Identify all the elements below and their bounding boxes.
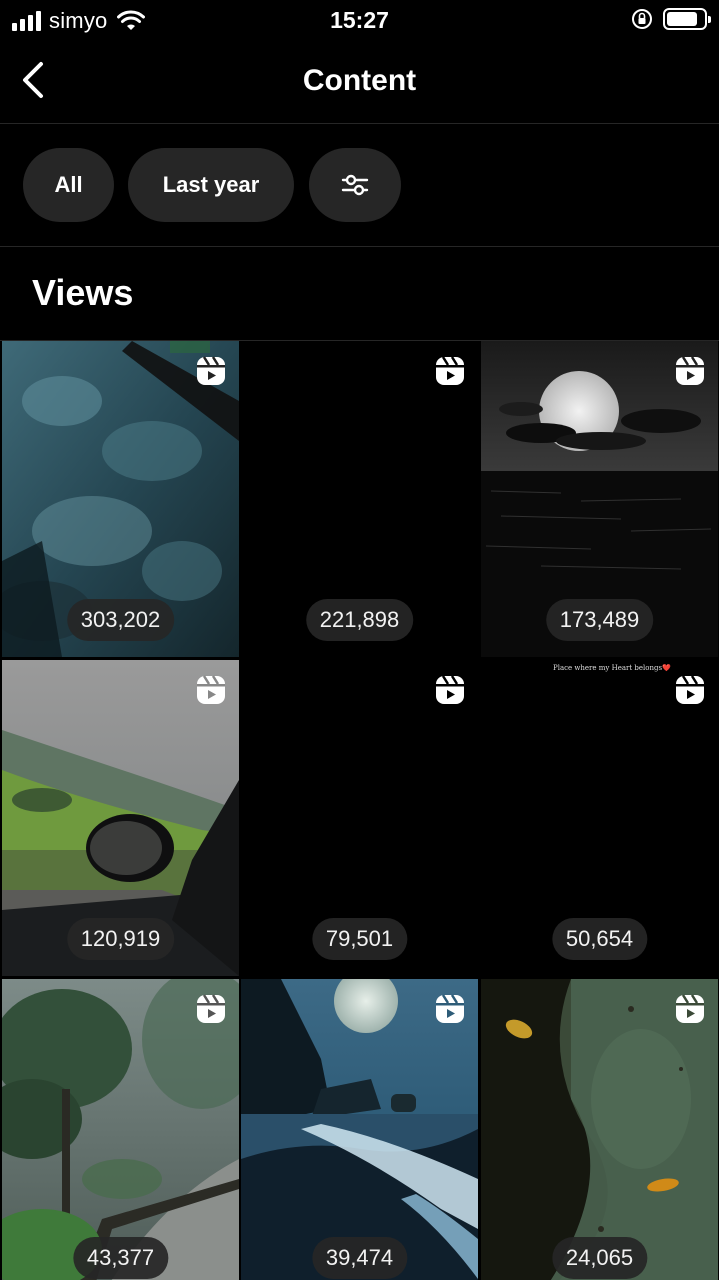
reel-icon [197, 356, 225, 385]
filter-chip-last-year-label: Last year [162, 172, 260, 197]
view-count: 303,202 [66, 599, 175, 641]
reel-tile[interactable]: 173,489 [481, 341, 718, 657]
screen: simyo 15:27 Content All Last year Views … [0, 0, 719, 1280]
view-count: 43,377 [72, 1237, 169, 1279]
view-count: 173,489 [545, 599, 654, 641]
battery-icon [663, 8, 711, 30]
filter-bar: All Last year [0, 124, 719, 247]
view-count: 39,474 [311, 1237, 408, 1279]
reel-tile[interactable]: 43,377 [2, 979, 239, 1280]
reel-icon [436, 994, 464, 1023]
reel-icon [197, 675, 225, 704]
reel-tile[interactable]: 221,898 [241, 341, 478, 657]
reel-icon [676, 675, 704, 704]
reel-tile[interactable]: Place where my Heart belongs❤️ 50,654 [481, 660, 718, 976]
view-count: 50,654 [551, 918, 648, 960]
view-count: 24,065 [551, 1237, 648, 1279]
reel-tile[interactable]: 79,501 [241, 660, 478, 976]
reel-tile[interactable]: 303,202 [2, 341, 239, 657]
reel-icon [436, 356, 464, 385]
filter-chip-all[interactable]: All [23, 148, 114, 222]
reel-caption: Place where my Heart belongs❤️ [553, 664, 671, 672]
reel-icon [676, 994, 704, 1023]
view-count: 221,898 [305, 599, 414, 641]
filter-settings-button[interactable] [309, 148, 401, 222]
status-bar: simyo 15:27 [0, 0, 719, 40]
reel-tile[interactable]: 120,919 [2, 660, 239, 976]
reel-icon [436, 675, 464, 704]
view-count: 120,919 [66, 918, 175, 960]
filter-chip-all-label: All [54, 172, 83, 197]
section-title: Views [32, 272, 134, 313]
view-count: 79,501 [311, 918, 408, 960]
status-time: 15:27 [330, 7, 389, 33]
reel-tile[interactable]: 39,474 [241, 979, 478, 1280]
reel-icon [676, 356, 704, 385]
reel-icon [197, 994, 225, 1023]
page-title: Content [302, 64, 417, 97]
sliders-icon [341, 174, 369, 196]
reel-tile[interactable]: 24,065 [481, 979, 718, 1280]
filter-chip-last-year[interactable]: Last year [128, 148, 294, 222]
status-right [631, 8, 711, 30]
header: Content [0, 40, 719, 124]
orientation-lock-icon [632, 9, 652, 29]
